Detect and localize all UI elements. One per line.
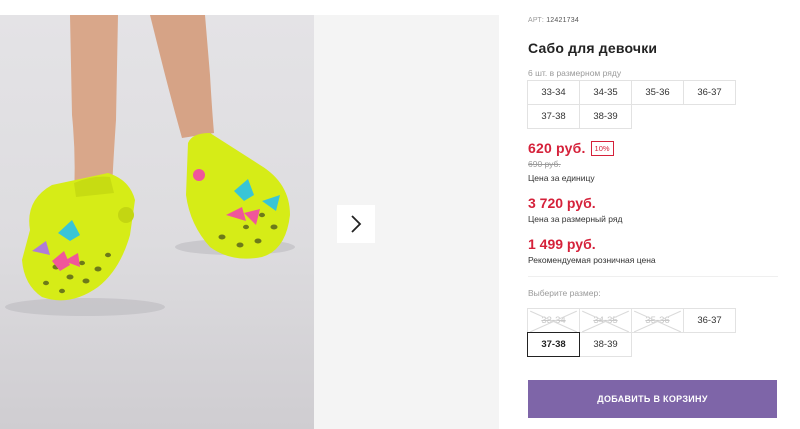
- article-value: 12421734: [546, 17, 579, 24]
- size-option-35-36: 35-36: [631, 308, 684, 333]
- sizes-note: 6 шт. в размерном ряду: [528, 68, 622, 78]
- add-to-cart-button[interactable]: ДОБАВИТЬ В КОРЗИНУ: [528, 380, 777, 418]
- product-photo: [5, 15, 295, 316]
- size-range-item: 38-39: [579, 104, 632, 129]
- product-image[interactable]: [0, 15, 314, 429]
- article-label: АРТ:: [528, 17, 545, 24]
- size-row-price: 3 720 руб.: [528, 195, 596, 211]
- size-option-34-35: 34-35: [579, 308, 632, 333]
- unit-price-label: Цена за единицу: [528, 173, 595, 183]
- size-option-37-38[interactable]: 37-38: [527, 332, 580, 357]
- size-picker: 33-34 34-35 35-36 36-37 37-38 38-39: [527, 308, 736, 357]
- product-title: Сабо для девочки: [528, 40, 658, 56]
- rrp-price-label: Рекомендуемая розничная цена: [528, 255, 656, 265]
- divider: [528, 276, 778, 277]
- size-range-grid: 33-34 34-35 35-36 36-37 37-38 38-39: [527, 80, 736, 129]
- size-range-item: 34-35: [579, 80, 632, 105]
- size-range-item: 37-38: [527, 104, 580, 129]
- size-option-38-39[interactable]: 38-39: [579, 332, 632, 357]
- chevron-right-icon: [351, 215, 362, 233]
- old-price: 690 руб.: [528, 159, 561, 169]
- size-range-item: 36-37: [683, 80, 736, 105]
- size-picker-label: Выберите размер:: [528, 288, 601, 298]
- article-number: АРТ: 12421734: [528, 17, 579, 24]
- unit-price: 620 руб.: [528, 140, 586, 156]
- rrp-price: 1 499 руб.: [528, 236, 596, 252]
- size-option-33-34: 33-34: [527, 308, 580, 333]
- size-row-price-label: Цена за размерный ряд: [528, 214, 623, 224]
- size-range-item: 33-34: [527, 80, 580, 105]
- discount-badge: 10%: [590, 140, 614, 156]
- gallery-next-button[interactable]: [337, 205, 375, 243]
- size-option-36-37[interactable]: 36-37: [683, 308, 736, 333]
- size-range-item: 35-36: [631, 80, 684, 105]
- price-row: 620 руб. 10%: [528, 140, 614, 156]
